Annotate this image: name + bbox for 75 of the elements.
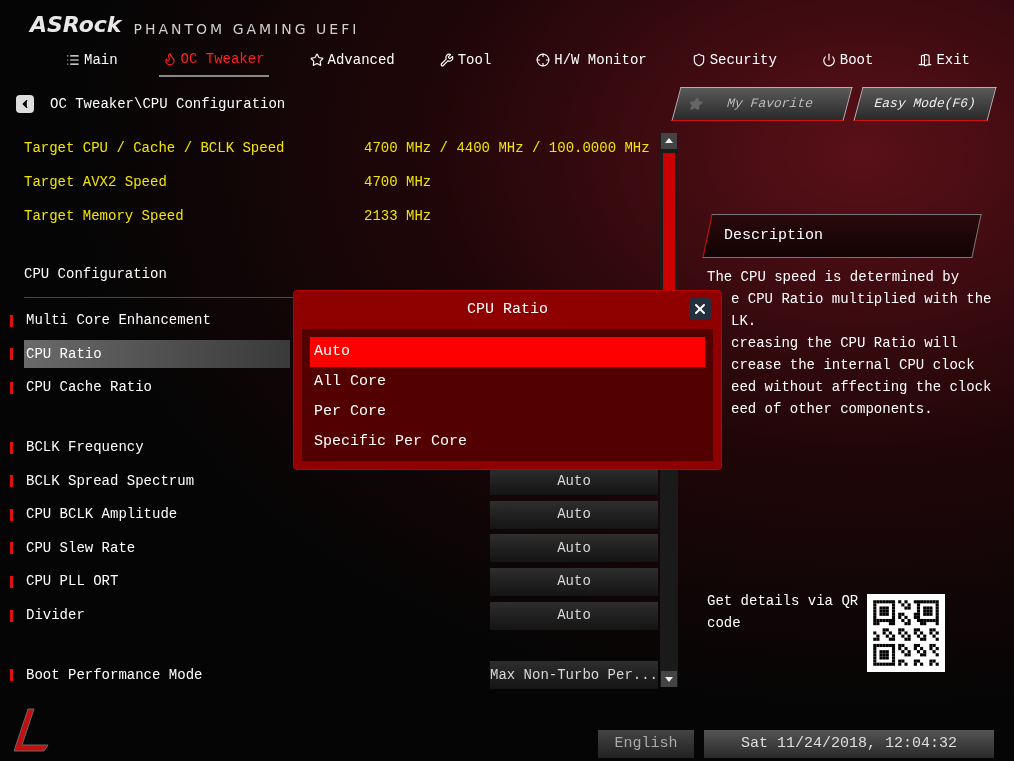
setting-value-button[interactable]: Auto bbox=[490, 601, 658, 630]
row-marker bbox=[10, 314, 13, 327]
language-button[interactable]: English bbox=[598, 730, 694, 758]
description-text: crease the internal CPU clock bbox=[730, 356, 976, 375]
nav-tab[interactable]: Exit bbox=[914, 43, 974, 77]
description-text: LK. bbox=[730, 312, 758, 331]
nav-tab[interactable]: Advanced bbox=[305, 43, 399, 77]
brand-logo: ASRock bbox=[30, 14, 122, 36]
nav-tab[interactable]: Main bbox=[62, 43, 122, 77]
dialog-option[interactable]: Auto bbox=[310, 337, 705, 367]
setting-label[interactable]: BCLK Spread Spectrum bbox=[24, 467, 290, 496]
scroll-up-icon[interactable] bbox=[661, 133, 677, 149]
row-marker bbox=[10, 609, 13, 622]
setting-label[interactable]: CPU Ratio bbox=[24, 340, 290, 369]
setting-value-button[interactable]: Max Non-Turbo Per... bbox=[490, 661, 658, 690]
scroll-down-icon[interactable] bbox=[661, 671, 677, 687]
close-icon bbox=[692, 301, 708, 317]
row-marker bbox=[10, 508, 13, 521]
description-text: e CPU Ratio multiplied with the bbox=[730, 290, 993, 309]
mode-button[interactable]: Easy Mode(F6) bbox=[853, 87, 997, 121]
info-value: 2133 MHz bbox=[364, 206, 432, 226]
close-button[interactable] bbox=[689, 298, 711, 320]
description-header: Description bbox=[702, 214, 982, 258]
wrench-icon bbox=[439, 53, 454, 67]
nav-tab[interactable]: Security bbox=[687, 43, 781, 77]
shield-icon bbox=[691, 53, 706, 67]
flame-icon bbox=[162, 52, 177, 66]
dialog-option[interactable]: All Core bbox=[310, 367, 705, 397]
back-button[interactable] bbox=[16, 95, 34, 113]
crosshair-icon bbox=[536, 53, 551, 67]
setting-value-button[interactable]: Auto bbox=[490, 567, 658, 596]
row-marker bbox=[10, 475, 13, 488]
setting-label[interactable]: Multi Core Enhancement bbox=[24, 306, 290, 335]
section-title: CPU Configuration bbox=[24, 264, 167, 284]
row-marker bbox=[10, 382, 13, 394]
description-text: The CPU speed is determined by bbox=[707, 268, 961, 287]
row-marker bbox=[10, 575, 13, 588]
nav-tab[interactable]: Tool bbox=[435, 43, 496, 77]
dialog-option[interactable]: Specific Per Core bbox=[310, 427, 705, 457]
description-text: eed without affecting the clock bbox=[730, 378, 993, 397]
star-icon bbox=[687, 97, 705, 111]
favorite-button[interactable]: My Favorite bbox=[671, 87, 853, 121]
nav-tab[interactable]: OC Tweaker bbox=[158, 43, 269, 77]
setting-label[interactable]: CPU PLL ORT bbox=[24, 567, 290, 596]
row-marker bbox=[10, 348, 13, 361]
info-label: Target Memory Speed bbox=[24, 206, 185, 226]
setting-value-button[interactable]: Auto bbox=[490, 500, 658, 529]
setting-label[interactable]: CPU Slew Rate bbox=[24, 534, 290, 563]
row-marker bbox=[10, 669, 13, 682]
setting-label[interactable]: CPU Cache Ratio bbox=[24, 374, 290, 402]
nav-tab[interactable]: H/W Monitor bbox=[532, 43, 651, 77]
dialog-option[interactable]: Per Core bbox=[310, 397, 705, 427]
setting-label[interactable]: BCLK Frequency bbox=[24, 433, 290, 462]
info-value: 4700 MHz / 4400 MHz / 100.0000 MHz bbox=[364, 138, 650, 158]
row-marker bbox=[10, 542, 13, 555]
nav-tab[interactable]: Boot bbox=[817, 43, 878, 77]
description-text: creasing the CPU Ratio will bbox=[730, 334, 959, 353]
power-icon bbox=[821, 53, 836, 67]
setting-value-button[interactable]: Auto bbox=[490, 534, 658, 563]
dialog-title: CPU Ratio bbox=[467, 299, 548, 320]
description-text: eed of other components. bbox=[730, 400, 934, 419]
info-value: 4700 MHz bbox=[364, 172, 432, 192]
setting-label[interactable]: CPU BCLK Amplitude bbox=[24, 500, 290, 529]
setting-label[interactable]: Divider bbox=[24, 601, 290, 630]
setting-label[interactable]: Boot Performance Mode bbox=[24, 661, 290, 690]
date-time: Sat 11/24/2018, 12:04:32 bbox=[704, 730, 994, 758]
info-label: Target CPU / Cache / BCLK Speed bbox=[24, 138, 286, 158]
brand-subtitle: PHANTOM GAMING UEFI bbox=[133, 22, 360, 36]
list-icon bbox=[66, 53, 80, 67]
star-icon bbox=[309, 53, 324, 67]
breadcrumb: OC Tweaker\CPU Configuration bbox=[50, 94, 286, 114]
door-icon bbox=[918, 53, 933, 67]
qr-caption: Get details via QR code bbox=[707, 592, 860, 633]
row-marker bbox=[10, 441, 13, 454]
info-label: Target AVX2 Speed bbox=[24, 172, 168, 192]
